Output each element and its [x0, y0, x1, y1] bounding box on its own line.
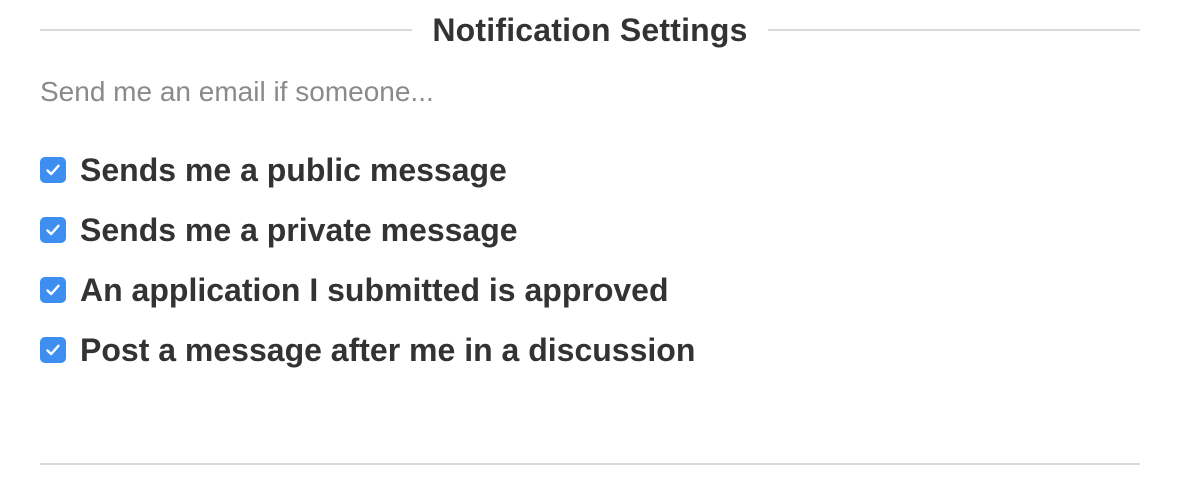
- header-divider-right: [767, 29, 1140, 31]
- checkmark-icon: [46, 284, 60, 296]
- option-private-message[interactable]: Sends me a private message: [40, 200, 695, 260]
- application-approved-checkbox[interactable]: [40, 277, 66, 303]
- checkmark-icon: [46, 344, 60, 356]
- public-message-checkbox[interactable]: [40, 157, 66, 183]
- application-approved-label[interactable]: An application I submitted is approved: [80, 272, 669, 309]
- discussion-reply-label[interactable]: Post a message after me in a discussion: [80, 332, 695, 369]
- checkmark-icon: [46, 224, 60, 236]
- checkmark-icon: [46, 164, 60, 176]
- notification-settings-panel: Notification Settings Send me an email i…: [0, 0, 1186, 494]
- private-message-checkbox[interactable]: [40, 217, 66, 243]
- notification-options-list: Sends me a public message Sends me a pri…: [40, 140, 695, 380]
- section-header: Notification Settings: [40, 8, 1140, 52]
- option-public-message[interactable]: Sends me a public message: [40, 140, 695, 200]
- section-subtitle: Send me an email if someone...: [40, 76, 434, 107]
- option-discussion-reply[interactable]: Post a message after me in a discussion: [40, 320, 695, 380]
- option-application-approved[interactable]: An application I submitted is approved: [40, 260, 695, 320]
- discussion-reply-checkbox[interactable]: [40, 337, 66, 363]
- header-divider-left: [40, 29, 413, 31]
- private-message-label[interactable]: Sends me a private message: [80, 212, 518, 249]
- page-title: Notification Settings: [432, 11, 748, 48]
- footer-divider: [40, 463, 1140, 465]
- public-message-label[interactable]: Sends me a public message: [80, 152, 507, 189]
